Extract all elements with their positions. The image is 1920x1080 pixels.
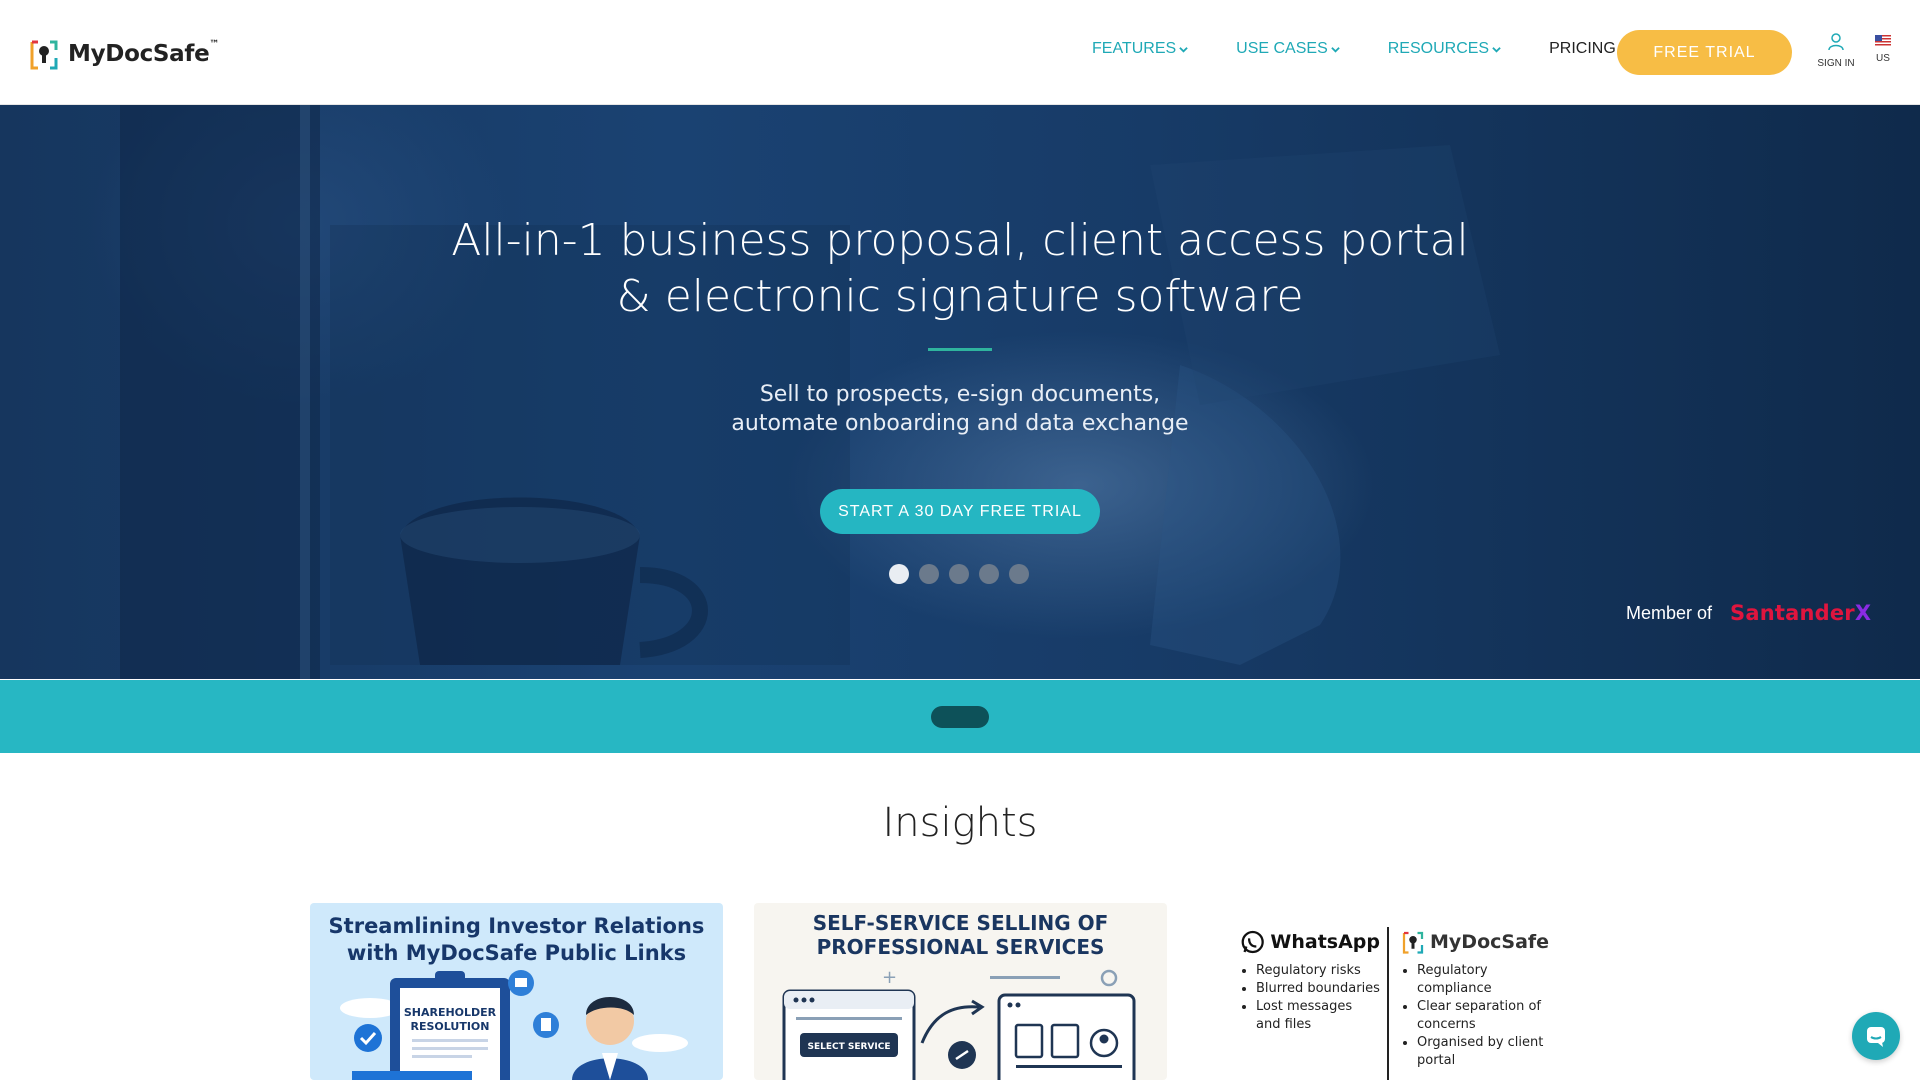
chat-icon xyxy=(1867,1027,1885,1047)
carousel-dot-4[interactable] xyxy=(979,564,999,584)
whatsapp-points: Regulatory risks Blurred boundaries Lost… xyxy=(1240,962,1380,1034)
carousel-dot-5[interactable] xyxy=(1009,564,1029,584)
band-pill-indicator[interactable] xyxy=(931,706,989,728)
insight-card-whatsapp-vs-mydocsafe[interactable]: WhatsApp Regulatory risks Blurred bounda… xyxy=(1198,903,1611,1080)
nav-use-cases[interactable]: USE CASES xyxy=(1236,40,1340,58)
list-item: Clear separation of concerns xyxy=(1417,998,1561,1034)
santander-x-logo[interactable]: SantanderX xyxy=(1730,601,1871,625)
locale-selector[interactable]: US xyxy=(1874,33,1892,64)
us-flag-icon xyxy=(1875,35,1891,46)
nav-resources-label: RESOURCES xyxy=(1387,40,1490,57)
mydocsafe-heading: MyDocSafe xyxy=(1401,928,1561,956)
hero-title-line-1: All-in-1 business proposal, client acces… xyxy=(451,215,1469,266)
nav-pricing-label: PRICING xyxy=(1549,40,1616,57)
free-trial-button[interactable]: FREE TRIAL xyxy=(1617,30,1792,75)
whatsapp-column: WhatsApp Regulatory risks Blurred bounda… xyxy=(1240,928,1380,1034)
hero-title-line-2: & electronic signature software xyxy=(616,271,1304,322)
hero-subtitle: Sell to prospects, e-sign documents, aut… xyxy=(560,380,1360,438)
whatsapp-heading: WhatsApp xyxy=(1240,928,1380,956)
logo-icon xyxy=(1402,931,1424,954)
list-item: Organised by client portal xyxy=(1417,1034,1561,1070)
nav-features[interactable]: FEATURES xyxy=(1092,40,1188,58)
investor-illustration: SHAREHOLDER RESOLUTION xyxy=(340,970,688,1080)
locale-label: US xyxy=(1876,53,1890,64)
chevron-down-icon xyxy=(1492,46,1501,53)
whatsapp-brand: WhatsApp xyxy=(1270,931,1380,953)
nav-features-label: FEATURES xyxy=(1092,40,1177,57)
member-label: Member of xyxy=(1626,602,1713,623)
mydocsafe-points: Regulatory compliance Clear separation o… xyxy=(1401,962,1561,1070)
insight-card-investor-relations[interactable]: Streamlining Investor Relations with MyD… xyxy=(310,903,723,1080)
logo[interactable]: MyDocSafe™ xyxy=(28,36,219,72)
sign-in-label: SIGN IN xyxy=(1817,58,1855,69)
mydocsafe-column: MyDocSafe Regulatory compliance Clear se… xyxy=(1401,928,1561,1070)
nav-resources[interactable]: RESOURCES xyxy=(1388,40,1501,58)
start-free-trial-button[interactable]: START A 30 DAY FREE TRIAL xyxy=(820,489,1100,534)
hero-subtitle-line-1: Sell to prospects, e-sign documents, xyxy=(759,382,1161,407)
hero-divider xyxy=(928,348,992,351)
whatsapp-icon xyxy=(1241,930,1264,954)
nav-pricing[interactable]: PRICING xyxy=(1549,40,1616,58)
svg-text:RESOLUTION: RESOLUTION xyxy=(411,1020,490,1033)
list-item: Regulatory risks xyxy=(1256,962,1380,980)
user-icon xyxy=(1828,33,1844,51)
carousel-dot-3[interactable] xyxy=(949,564,969,584)
chevron-down-icon xyxy=(1179,46,1188,53)
list-item: Regulatory compliance xyxy=(1417,962,1561,998)
hero-title: All-in-1 business proposal, client acces… xyxy=(360,213,1560,325)
svg-text:SHAREHOLDER: SHAREHOLDER xyxy=(404,1006,497,1019)
list-item: Blurred boundaries xyxy=(1256,980,1380,998)
nav-use-cases-label: USE CASES xyxy=(1236,40,1328,57)
main-nav: FEATURES USE CASES RESOURCES PRICING xyxy=(1092,40,1664,58)
self-service-illustration: + SELECT SERVICE xyxy=(782,967,1136,1080)
chevron-down-icon xyxy=(1331,46,1340,53)
membership-badge: Member of SantanderX xyxy=(1626,601,1871,625)
carousel-dot-1[interactable] xyxy=(889,564,909,584)
insights-heading: Insights xyxy=(882,800,1038,846)
hero-subtitle-line-2: automate onboarding and data exchange xyxy=(731,411,1189,436)
svg-text:+: + xyxy=(882,967,897,988)
svg-text:SELECT SERVICE: SELECT SERVICE xyxy=(807,1042,890,1052)
sign-in-link[interactable]: SIGN IN xyxy=(1816,33,1856,69)
list-item: Lost messages and files xyxy=(1256,998,1380,1034)
mydocsafe-brand: MyDocSafe xyxy=(1430,931,1550,953)
insight-card-self-service-selling[interactable]: SELF-SERVICE SELLING OF PROFESSIONAL SER… xyxy=(754,903,1167,1080)
carousel-dot-2[interactable] xyxy=(919,564,939,584)
logo-icon xyxy=(30,40,58,70)
hero-banner: All-in-1 business proposal, client acces… xyxy=(0,105,1920,679)
comparison-divider xyxy=(1387,927,1389,1080)
logo-text: MyDocSafe™ xyxy=(68,39,220,67)
carousel-dots xyxy=(889,564,1029,584)
site-header: MyDocSafe™ FEATURES USE CASES RESOURCES … xyxy=(0,0,1920,105)
chat-launcher-button[interactable] xyxy=(1852,1012,1900,1060)
